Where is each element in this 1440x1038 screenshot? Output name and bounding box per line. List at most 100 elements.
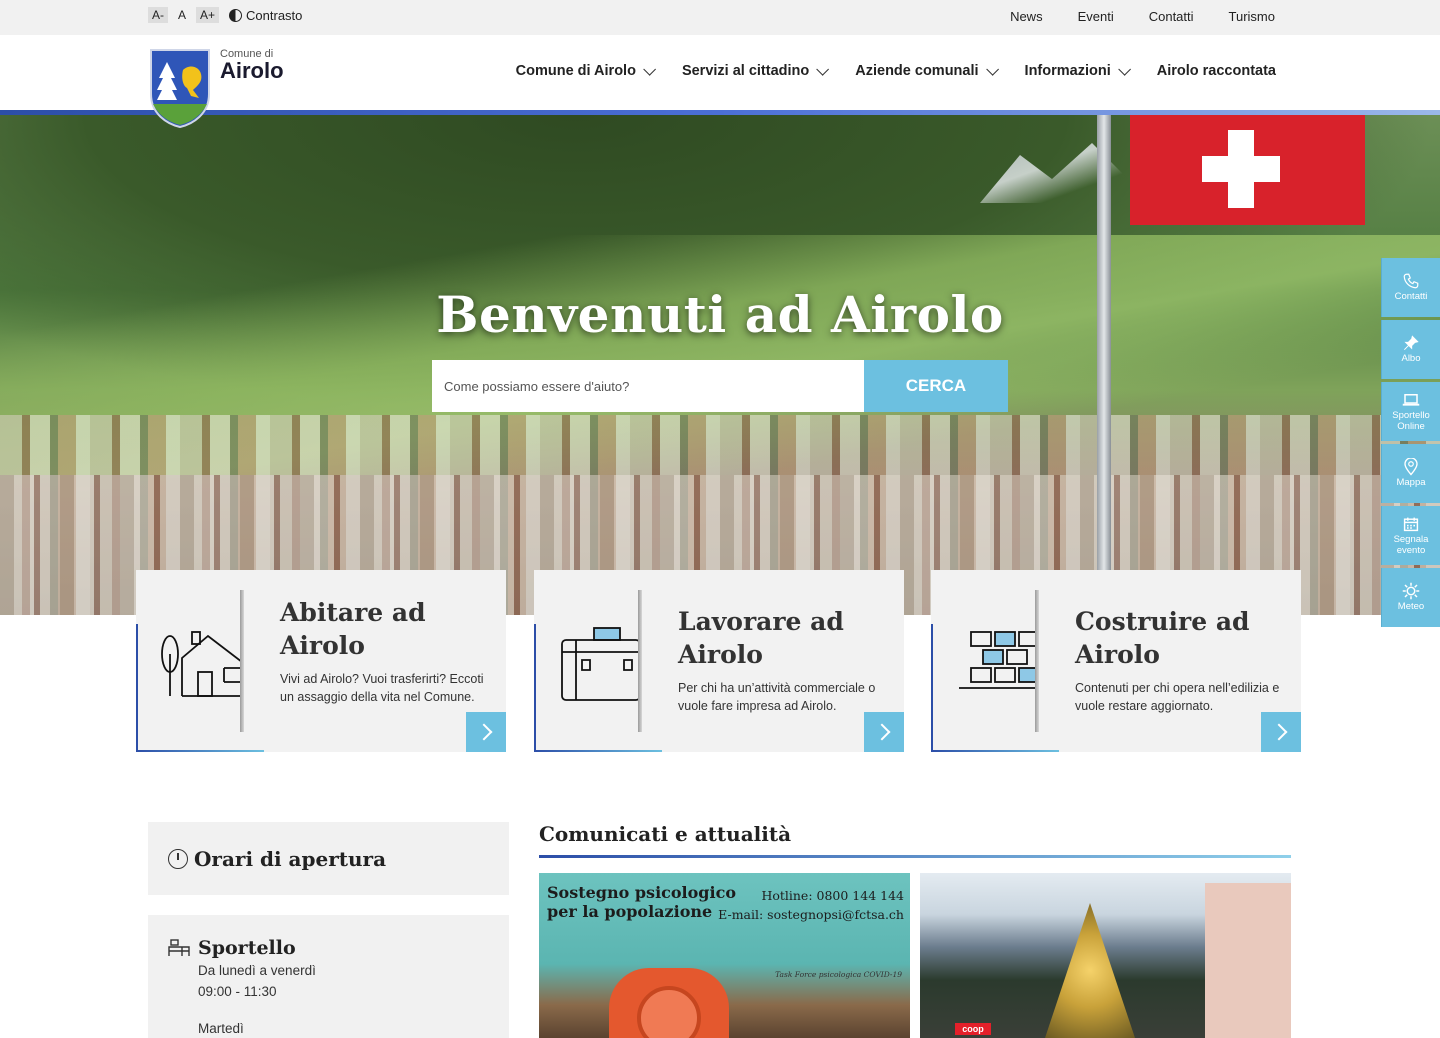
flag-pole — [1097, 115, 1111, 615]
opening-hours-title: Orari di apertura — [194, 846, 387, 871]
news-title-underline — [539, 855, 1291, 858]
clock-icon — [168, 848, 188, 869]
building-image — [1205, 883, 1291, 1038]
card-lavorare[interactable]: Lavorare ad Airolo Per chi ha un’attivit… — [534, 570, 904, 752]
chevron-right-icon — [475, 723, 492, 741]
card-accent — [534, 750, 662, 752]
card-arrow-button[interactable] — [864, 712, 904, 752]
hero-title: Benvenuti ad Airolo — [436, 285, 1004, 344]
bricks-icon — [959, 631, 1037, 689]
calendar-icon — [1403, 515, 1419, 532]
card-title: Lavorare ad Airolo — [678, 607, 844, 669]
coop-sign: coop — [955, 1023, 991, 1035]
contrast-label: Contrasto — [246, 7, 303, 23]
chevron-right-icon — [1270, 723, 1287, 741]
top-link-eventi[interactable]: Eventi — [1078, 9, 1114, 24]
news-card-contacts: Hotline: 0800 144 144 E-mail: sostegnops… — [718, 886, 904, 924]
contrast-toggle[interactable]: Contrasto — [229, 8, 302, 23]
nav-airolo-raccontata[interactable]: Airolo raccontata — [1157, 63, 1276, 79]
card-accent — [931, 624, 933, 752]
nav-informazioni[interactable]: Informazioni — [1024, 62, 1131, 79]
hours-time: 09:00 - 11:30 — [198, 984, 277, 999]
card-costruire[interactable]: Costruire ad Airolo Contenuti per chi op… — [931, 570, 1301, 752]
search-input[interactable] — [432, 360, 864, 412]
news-heading-line: Sostegno psicologico — [547, 883, 736, 902]
top-link-news[interactable]: News — [1010, 9, 1043, 24]
card-divider — [638, 590, 642, 732]
nav-informazioni-label: Informazioni — [1024, 63, 1111, 79]
coat-of-arms-logo[interactable] — [149, 48, 211, 128]
card-abitare[interactable]: Abitare ad Airolo Vivi ad Airolo? Vuoi t… — [136, 570, 506, 752]
brand-name: Airolo — [220, 58, 284, 83]
quick-albo[interactable]: Albo — [1381, 320, 1440, 379]
card-accent — [136, 750, 264, 752]
card-description: Per chi ha un’attività commerciale o vuo… — [678, 681, 876, 713]
nav-servizi[interactable]: Servizi al cittadino — [682, 62, 830, 79]
briefcase-icon — [561, 627, 640, 701]
news-email: E-mail: sostegnopsi@fctsa.ch — [718, 907, 904, 922]
nav-comune-label: Comune di Airolo — [515, 63, 636, 79]
font-decrease-button[interactable]: A- — [148, 7, 168, 23]
quick-albo-label: Albo — [1401, 353, 1421, 365]
card-title: Abitare ad Airolo — [280, 598, 426, 660]
font-normal-button[interactable]: A — [174, 7, 190, 23]
quick-meteo[interactable]: Meteo — [1381, 568, 1440, 627]
top-link-turismo[interactable]: Turismo — [1229, 9, 1275, 24]
news-card-christmas[interactable]: coop — [920, 873, 1291, 1038]
pin-icon — [1403, 334, 1419, 351]
quick-mappa[interactable]: Mappa — [1381, 444, 1440, 503]
nav-raccontata-label: Airolo raccontata — [1156, 63, 1276, 79]
quick-segnala-evento[interactable]: Segnala evento — [1381, 506, 1440, 565]
chevron-right-icon — [873, 723, 890, 741]
house-icon — [161, 631, 242, 697]
quick-contatti-label: Contatti — [1394, 291, 1428, 303]
card-arrow-button[interactable] — [1261, 712, 1301, 752]
card-divider — [240, 590, 244, 732]
phone-icon — [1402, 272, 1420, 289]
hours-days: Da lunedì a venerdì — [198, 963, 316, 978]
brand[interactable]: Comune di Airolo — [220, 48, 284, 84]
christmas-tree-image — [1045, 903, 1135, 1038]
card-description: Vivi ad Airolo? Vuoi trasferirti? Eccoti… — [280, 672, 484, 704]
quick-contatti[interactable]: Contatti — [1381, 258, 1440, 317]
card-accent — [136, 624, 138, 752]
quick-sportello-online[interactable]: Sportello Online — [1381, 382, 1440, 441]
card-accent — [534, 624, 536, 752]
chevron-down-icon — [816, 62, 830, 76]
font-size-controls: A- A A+ Contrasto — [148, 7, 302, 23]
card-arrow-button[interactable] — [466, 712, 506, 752]
quick-meteo-label: Meteo — [1397, 601, 1425, 613]
sun-icon — [1402, 582, 1420, 600]
top-link-contatti[interactable]: Contatti — [1149, 9, 1194, 24]
news-hotline: Hotline: 0800 144 144 — [761, 888, 904, 903]
map-marker-icon — [1403, 457, 1419, 476]
nav-aziende-label: Aziende comunali — [855, 63, 979, 79]
quick-mappa-label: Mappa — [1396, 477, 1426, 489]
quick-sportello-label: Sportello Online — [1392, 410, 1430, 432]
news-heading-line: per la popolazione — [547, 902, 713, 921]
hero-search: CERCA — [432, 360, 1008, 412]
card-divider — [1035, 590, 1039, 732]
desk-icon — [168, 939, 190, 956]
nav-comune[interactable]: Comune di Airolo — [515, 62, 656, 79]
top-links: News Eventi Contatti Turismo — [975, 9, 1275, 24]
main-navigation: Comune di Airolo Servizi al cittadino Az… — [486, 62, 1276, 79]
card-description: Contenuti per chi opera nell’edilizia e … — [1075, 681, 1280, 713]
hours-day-tuesday: Martedì — [198, 1021, 244, 1036]
news-section-title: Comunicati e attualità — [539, 822, 792, 846]
chevron-down-icon — [985, 62, 999, 76]
contrast-icon — [229, 8, 243, 22]
telephone-image — [609, 968, 729, 1038]
news-card-heading: Sostegno psicologico per la popolazione — [547, 883, 736, 921]
search-button[interactable]: CERCA — [864, 360, 1008, 412]
sportello-heading: Sportello — [168, 937, 296, 959]
chevron-down-icon — [1118, 62, 1131, 76]
nav-aziende[interactable]: Aziende comunali — [855, 62, 999, 79]
swiss-flag — [1130, 115, 1365, 225]
font-increase-button[interactable]: A+ — [196, 7, 220, 23]
news-card-sostegno[interactable]: Sostegno psicologico per la popolazione … — [539, 873, 910, 1038]
telephone-dial — [637, 986, 701, 1038]
site-header: Comune di Airolo Comune di Airolo Serviz… — [0, 35, 1440, 128]
sportello-title: Sportello — [198, 937, 296, 959]
laptop-icon — [1402, 391, 1420, 408]
